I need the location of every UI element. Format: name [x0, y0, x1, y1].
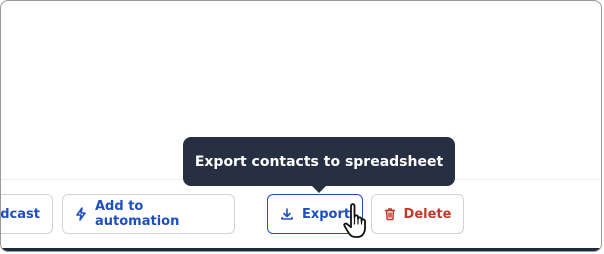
export-tooltip: Export contacts to spreadsheet	[183, 137, 455, 193]
bottom-bar	[1, 248, 601, 251]
delete-button[interactable]: Delete	[371, 194, 464, 234]
lightning-icon	[75, 207, 87, 221]
tooltip-text: Export contacts to spreadsheet	[194, 153, 444, 170]
broadcast-button-label: dcast	[0, 206, 40, 222]
trash-icon	[384, 207, 396, 221]
export-button[interactable]: Export	[267, 194, 363, 234]
app-frame: dcast Add to automation Export Delete Ex…	[0, 0, 602, 252]
download-icon	[280, 207, 294, 221]
add-to-automation-button[interactable]: Add to automation	[62, 194, 235, 234]
broadcast-button[interactable]: dcast	[0, 194, 53, 234]
delete-label: Delete	[403, 206, 452, 222]
add-to-automation-label: Add to automation	[95, 199, 180, 229]
export-label: Export	[301, 206, 351, 222]
